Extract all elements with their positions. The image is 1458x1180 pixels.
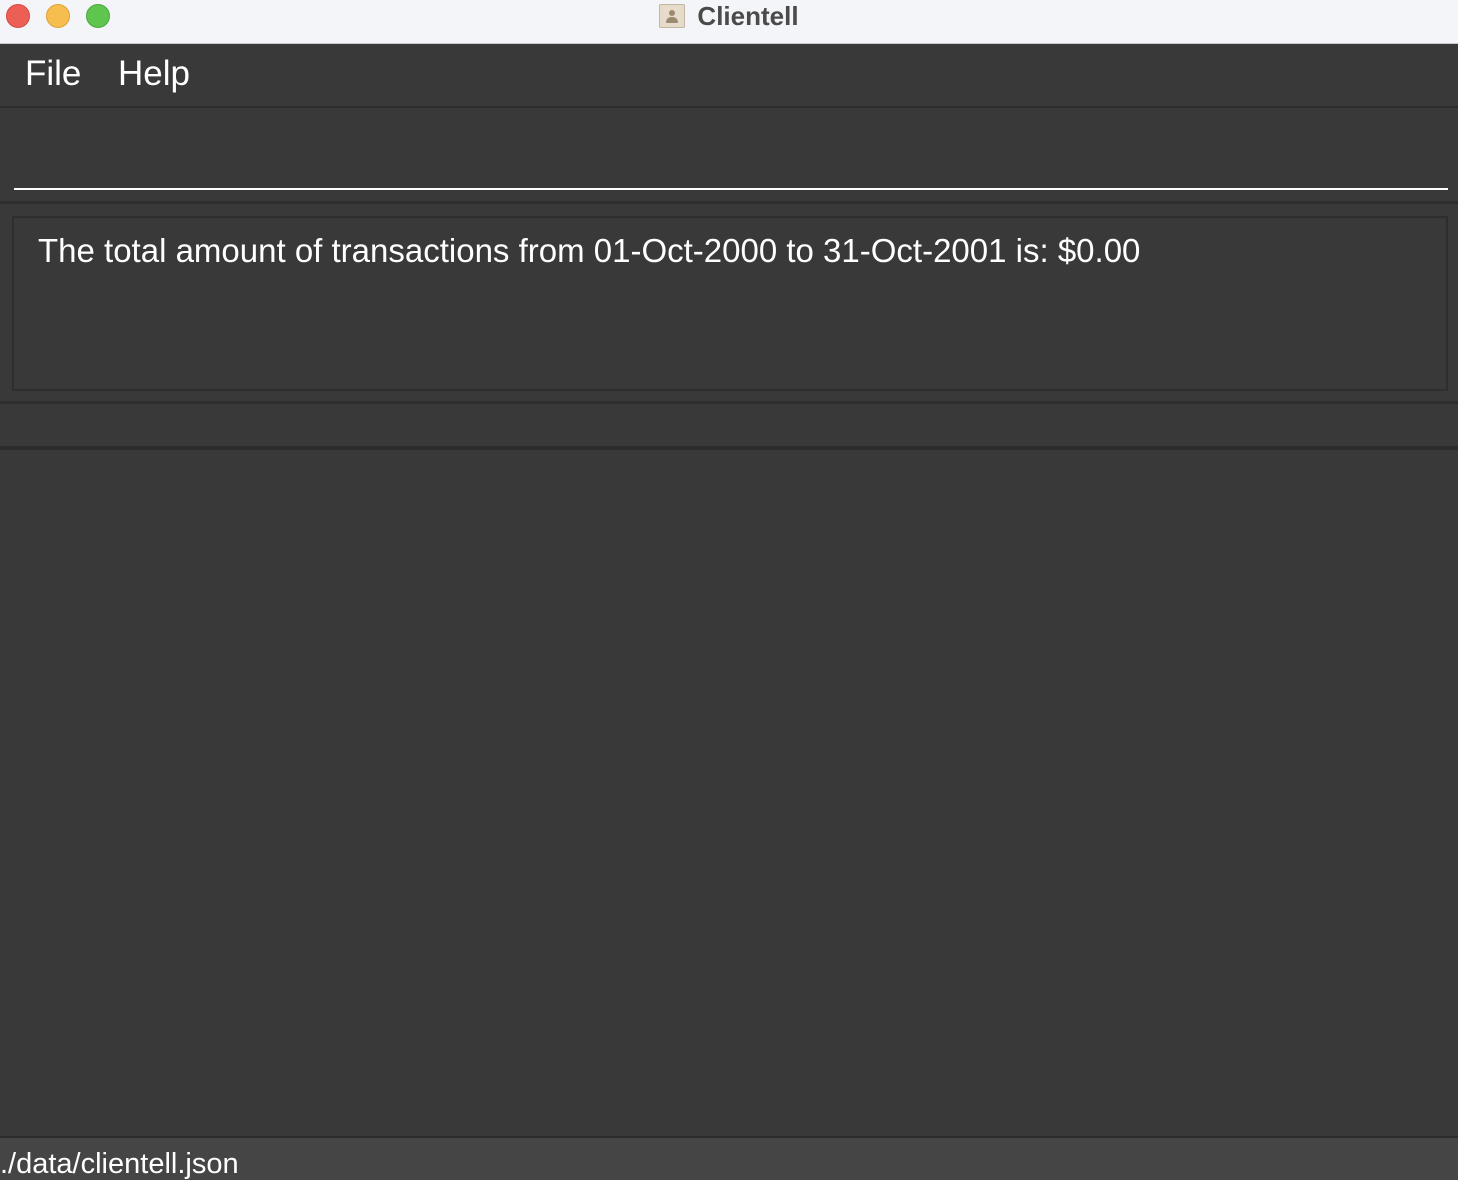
result-display-panel: The total amount of transactions from 01…	[0, 204, 1458, 404]
window-title-group: Clientell	[0, 0, 1458, 32]
result-display[interactable]: The total amount of transactions from 01…	[12, 216, 1448, 391]
menu-file[interactable]: File	[25, 54, 81, 94]
title-bar[interactable]: Clientell	[0, 0, 1458, 44]
menu-bar: File Help	[0, 44, 1458, 108]
result-message: The total amount of transactions from 01…	[38, 232, 1141, 269]
command-input[interactable]	[14, 126, 1448, 190]
menu-help[interactable]: Help	[118, 54, 190, 94]
command-box	[0, 108, 1458, 204]
window-title: Clientell	[697, 0, 799, 31]
status-bar: ./data/clientell.json	[0, 1136, 1458, 1180]
app-window: Clientell File Help The total amount of …	[0, 0, 1458, 1180]
panel-divider	[0, 404, 1458, 450]
save-file-path: ./data/clientell.json	[0, 1148, 239, 1180]
client-list-panel[interactable]	[0, 450, 1458, 1136]
contacts-app-icon	[659, 4, 686, 28]
